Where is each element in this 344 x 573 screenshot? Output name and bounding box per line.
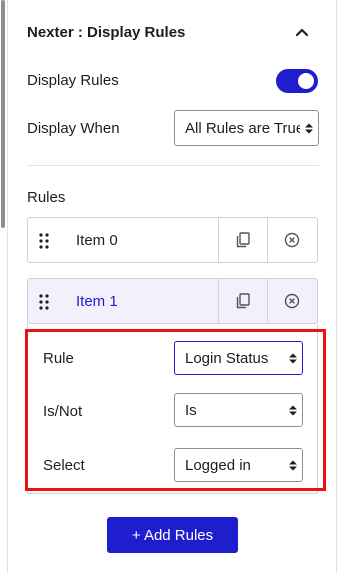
toggle-knob [298, 73, 314, 89]
close-circle-icon [284, 232, 300, 248]
right-panel-edge [336, 0, 344, 573]
display-when-value: All Rules are True [185, 119, 300, 137]
display-when-label: Display When [27, 120, 120, 137]
drag-handle-icon[interactable] [38, 293, 50, 311]
item-label: Item 1 [76, 293, 118, 310]
add-rules-button[interactable]: + Add Rules [107, 517, 238, 553]
display-rules-toggle[interactable] [276, 69, 318, 93]
remove-button[interactable] [267, 218, 316, 262]
display-when-select[interactable]: All Rules are True [174, 110, 319, 146]
drag-handle-icon[interactable] [38, 232, 50, 250]
rule-item-0[interactable]: Item 0 [27, 217, 318, 263]
chevron-up-icon [295, 28, 309, 37]
close-circle-icon [284, 293, 300, 309]
select-arrows-icon [300, 111, 318, 145]
copy-icon [236, 293, 250, 309]
left-panel-edge [0, 0, 8, 573]
highlight-box [25, 329, 326, 491]
rule-item-1[interactable]: Item 1 [27, 278, 318, 324]
display-rules-label: Display Rules [27, 72, 119, 89]
duplicate-button[interactable] [218, 279, 267, 323]
collapse-button[interactable] [290, 20, 314, 44]
remove-button[interactable] [267, 279, 316, 323]
divider [27, 165, 319, 166]
rules-heading: Rules [27, 189, 66, 206]
panel-title: Nexter : Display Rules [27, 24, 186, 41]
scrollbar-thumb[interactable] [1, 0, 5, 228]
copy-icon [236, 232, 250, 248]
item-label: Item 0 [76, 232, 118, 249]
duplicate-button[interactable] [218, 218, 267, 262]
